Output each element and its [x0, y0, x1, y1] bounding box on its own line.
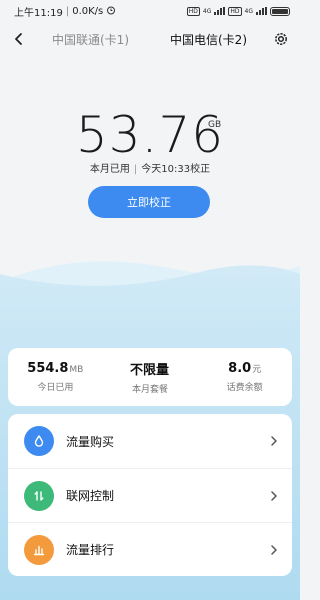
stat-unit: MB [69, 365, 84, 375]
menu-item-data-purchase[interactable]: 流量购买 [8, 414, 292, 468]
usage-display: 53.76 GB [0, 110, 300, 160]
menu-item-label: 流量排行 [66, 543, 115, 557]
chevron-right-icon [268, 543, 280, 557]
hd-badge: HD [186, 6, 200, 16]
stat-label: 本月套餐 [132, 385, 169, 395]
settings-button[interactable] [268, 26, 294, 52]
stat-label: 话费余额 [226, 383, 263, 393]
network-speed: 0.0K/s [72, 5, 104, 17]
stat-today-used: 554.8MB 今日已用 [8, 361, 103, 393]
stat-value: 8.0 [228, 361, 252, 376]
menu-item-network-control[interactable]: 联网控制 [8, 468, 292, 522]
calibration-time-label: 今天10:33校正 [141, 164, 211, 175]
usage-value: 53.76 [75, 106, 225, 164]
stat-label: 今日已用 [37, 383, 74, 393]
alarm-icon [106, 5, 116, 18]
stat-unit: 元 [252, 365, 262, 375]
usage-subtitle: 本月已用 | 今天10:33校正 [89, 164, 211, 175]
stat-value: 不限量 [130, 363, 170, 378]
menu-item-data-ranking[interactable]: 流量排行 [8, 522, 292, 576]
menu-card: 流量购买 联网控制 流量排行 [8, 414, 292, 576]
stat-balance: 8.0元 话费余额 [197, 361, 292, 393]
chevron-left-icon [15, 33, 22, 45]
stat-value: 554.8 [27, 361, 69, 376]
stats-card: 554.8MB 今日已用 不限量 本月套餐 8.0元 话费余额 [8, 348, 292, 406]
used-this-month-label: 本月已用 [89, 164, 130, 175]
stat-monthly-plan: 不限量 本月套餐 [103, 359, 198, 395]
back-button[interactable] [6, 26, 32, 52]
tab-sim2[interactable]: 中国电信(卡2) [170, 31, 247, 48]
chevron-right-icon [268, 489, 280, 503]
bar-chart-icon [24, 534, 54, 565]
signal-icon [256, 7, 267, 15]
hd-badge: HD [228, 6, 242, 16]
menu-item-label: 联网控制 [66, 489, 115, 503]
status-bar: 上午11:19 | 0.0K/s HD 4G HD 4G [0, 0, 300, 22]
battery-icon [270, 6, 290, 16]
menu-item-label: 流量购买 [66, 434, 115, 449]
signal-icon [214, 7, 226, 15]
water-drop-icon [24, 426, 54, 456]
top-bar: 中国联通(卡1) 中国电信(卡2) [0, 24, 300, 54]
tab-sim1[interactable]: 中国联通(卡1) [52, 31, 129, 48]
chevron-right-icon [268, 434, 280, 448]
calibrate-now-button[interactable]: 立即校正 [88, 186, 210, 218]
network-type-label: 4G [202, 7, 212, 15]
up-down-arrows-icon [24, 480, 54, 511]
status-time: 上午11:19 [14, 7, 63, 19]
gear-icon [275, 33, 287, 45]
usage-unit: GB [208, 120, 222, 130]
network-type-label: 4G [244, 7, 253, 15]
